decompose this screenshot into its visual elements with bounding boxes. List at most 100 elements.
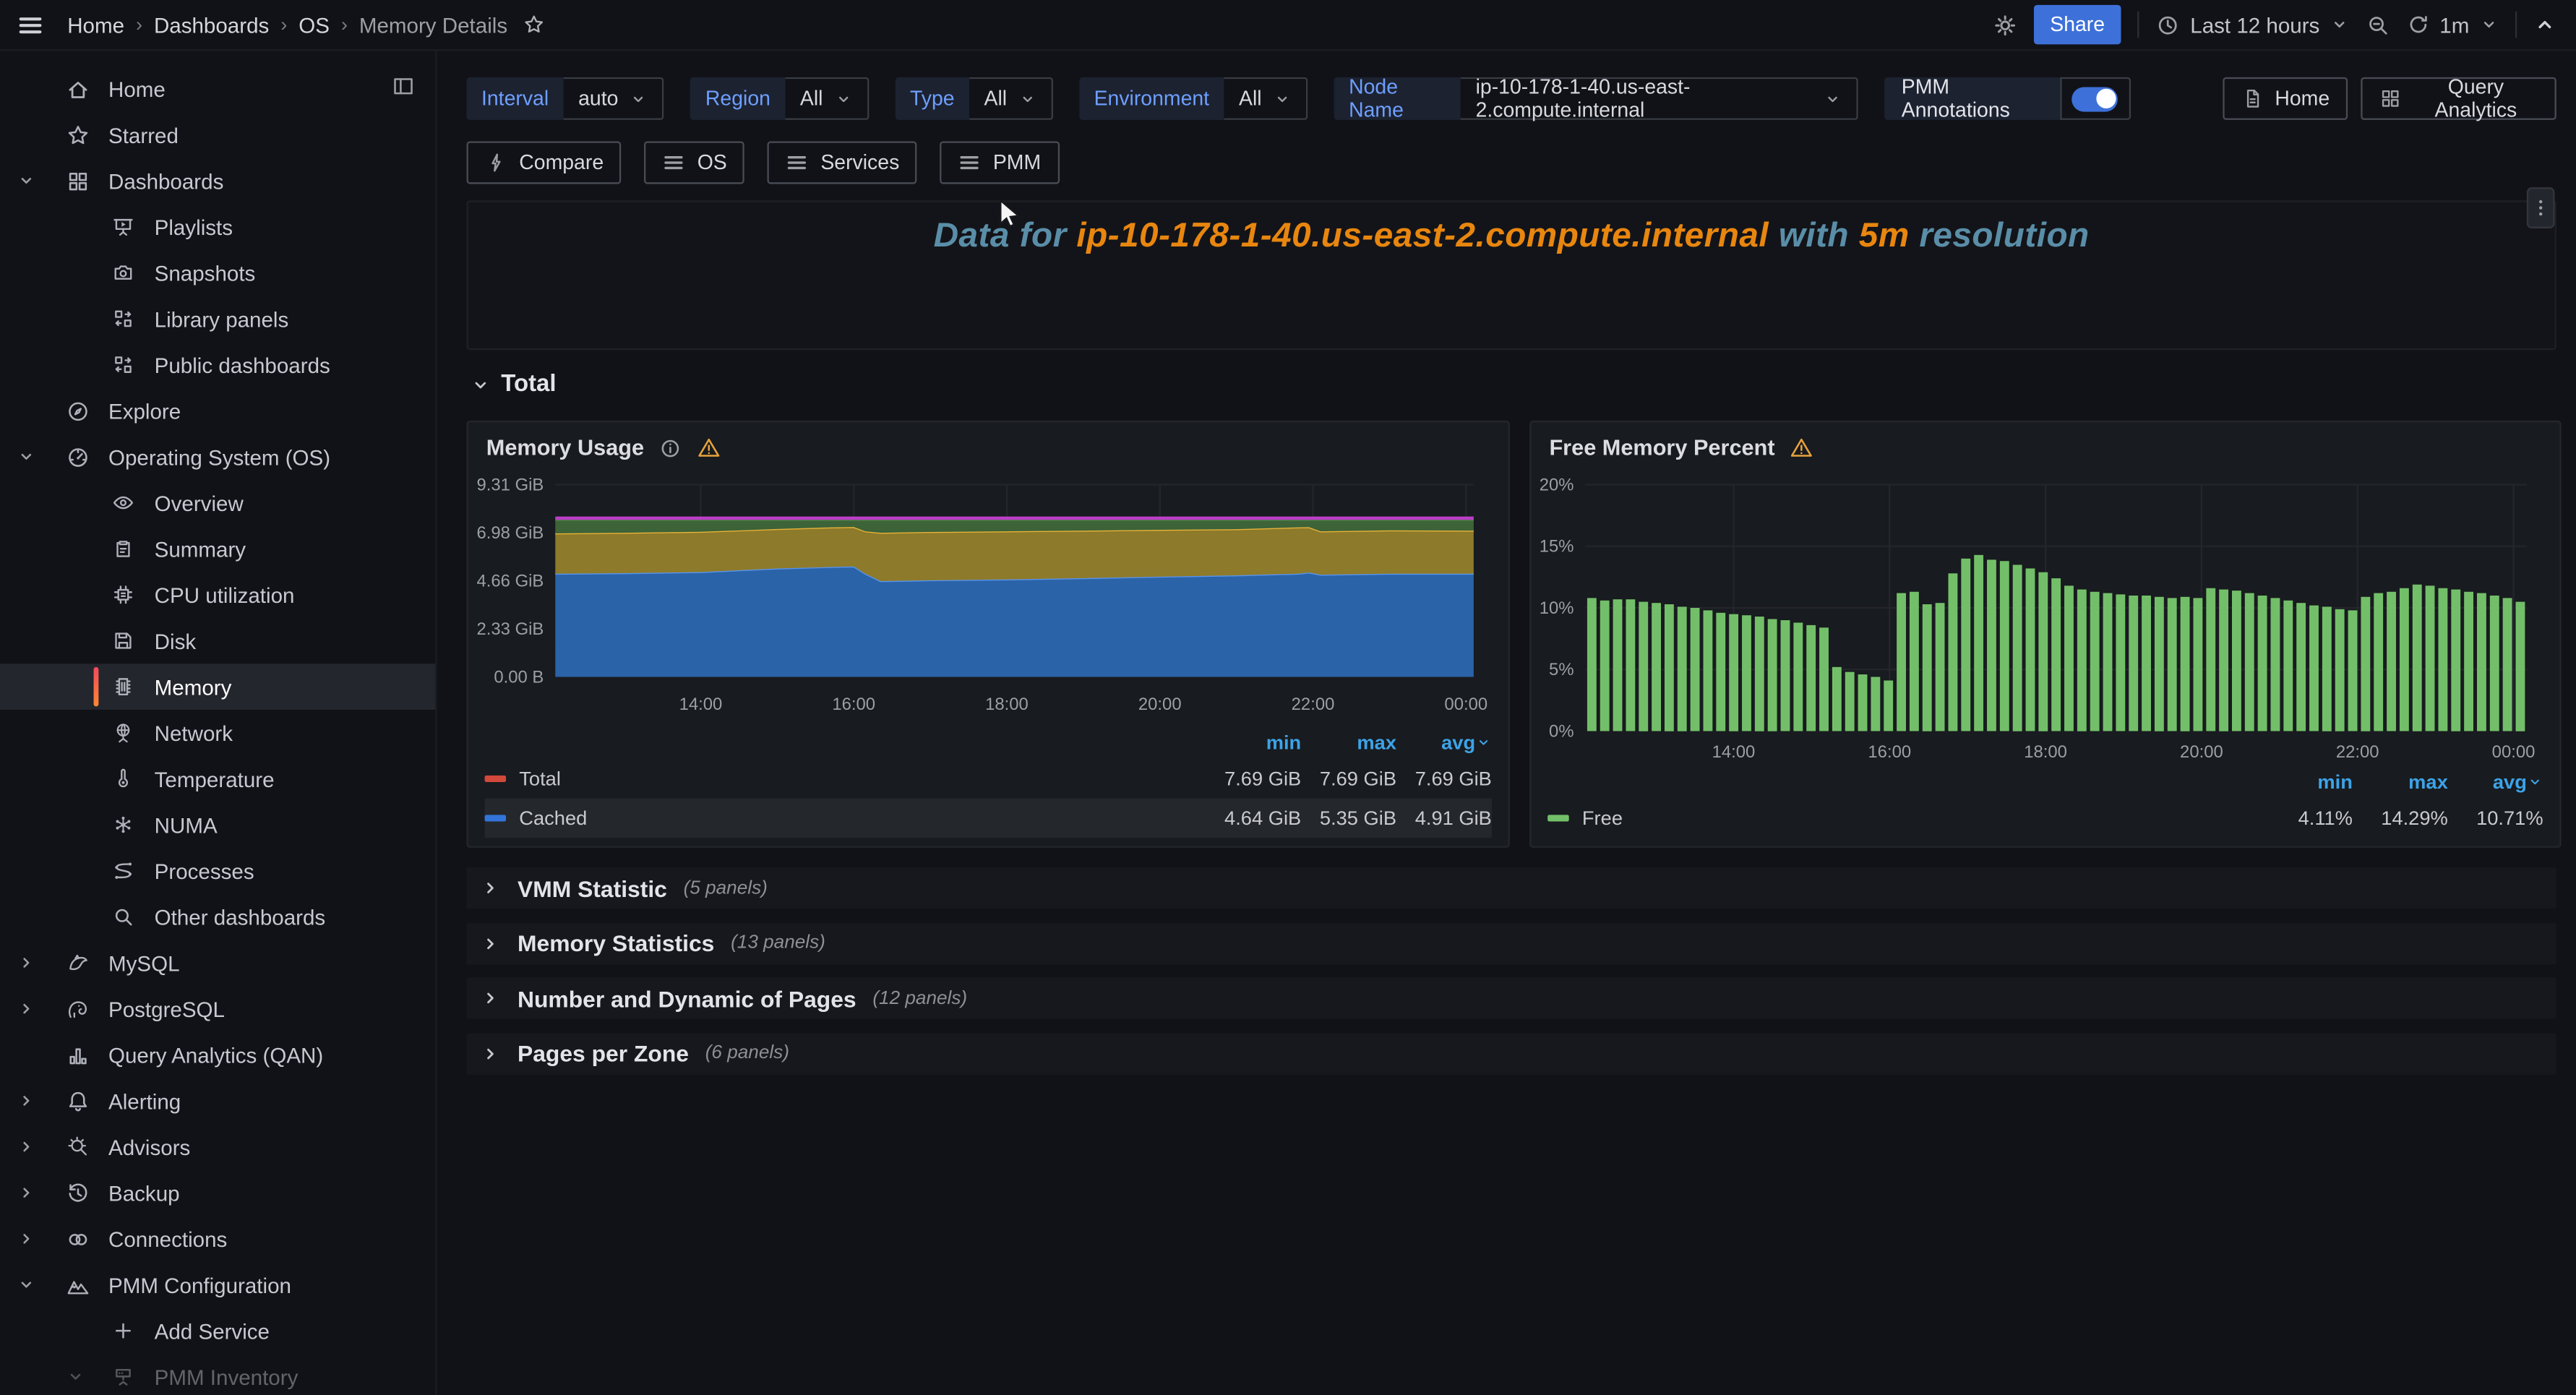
sidebar-item-overview[interactable]: Overview (0, 480, 435, 526)
share-button[interactable]: Share (2034, 5, 2121, 45)
legend-min-value: 7.69 GiB (1206, 767, 1301, 790)
variable-value-dropdown[interactable]: All (1224, 77, 1308, 120)
pmm-annotations-toggle[interactable] (2060, 77, 2130, 120)
apps-icon (66, 168, 90, 193)
sidebar-item-cpu-utilization[interactable]: CPU utilization (0, 572, 435, 618)
sidebar-item-label: Network (155, 721, 233, 745)
chevron-down-icon[interactable] (66, 1367, 85, 1386)
link-services-button[interactable]: Services (768, 141, 918, 184)
zoom-out-icon[interactable] (2366, 12, 2390, 37)
warning-icon[interactable] (1790, 435, 1814, 460)
memory-usage-chart[interactable]: 0.00 B2.33 GiB4.66 GiB6.98 GiB9.31 GiB14… (468, 468, 1495, 721)
legend-header-max[interactable]: max (1301, 731, 1396, 754)
sidebar-item-pmm-configuration[interactable]: PMM Configuration (0, 1262, 435, 1308)
legend-header-min[interactable]: min (2257, 771, 2353, 794)
sidebar-item-operating-system-os[interactable]: Operating System (OS) (0, 434, 435, 480)
chevron-right-icon[interactable] (17, 1137, 36, 1156)
hamburger-menu-icon[interactable] (17, 11, 45, 39)
chevron-right-icon[interactable] (17, 1183, 36, 1203)
search-icon (112, 905, 135, 928)
section-row-number-and-dynamic-of-pages[interactable]: Number and Dynamic of Pages (12 panels) (467, 977, 2556, 1018)
warning-icon[interactable] (697, 435, 721, 460)
favorite-star-icon[interactable] (523, 13, 546, 36)
time-range-picker[interactable]: Last 12 hours (2156, 12, 2350, 37)
sidebar-item-network[interactable]: Network (0, 710, 435, 756)
sidebar-item-other-dashboards[interactable]: Other dashboards (0, 894, 435, 940)
sidebar-item-backup[interactable]: Backup (0, 1169, 435, 1216)
panel-title[interactable]: Free Memory Percent (1549, 435, 1774, 460)
section-row-vmm-statistic[interactable]: VMM Statistic (5 panels) (467, 867, 2556, 909)
sidebar-item-mysql[interactable]: MySQL (0, 940, 435, 986)
menu-icon (958, 151, 982, 174)
svg-text:20:00: 20:00 (2180, 742, 2223, 762)
star-icon (66, 122, 90, 147)
breadcrumb-item[interactable]: OS (299, 12, 330, 37)
dashboard-settings-gear-icon[interactable] (1993, 12, 2017, 37)
link-pmm-button[interactable]: PMM (940, 141, 1059, 184)
chevron-right-icon[interactable] (17, 1091, 36, 1110)
sidebar-item-alerting[interactable]: Alerting (0, 1078, 435, 1124)
sidebar-item-label: Operating System (OS) (108, 445, 330, 469)
link-os-button[interactable]: OS (645, 141, 745, 184)
panel-menu-kebab[interactable] (2527, 187, 2555, 228)
sidebar-item-processes[interactable]: Processes (0, 848, 435, 894)
chevron-down-icon[interactable] (17, 171, 36, 190)
variable-label: Environment (1079, 77, 1224, 120)
sidebar-item-add-service[interactable]: Add Service (0, 1308, 435, 1354)
sidebar-item-playlists[interactable]: Playlists (0, 204, 435, 250)
chevron-right-icon[interactable] (17, 1229, 36, 1248)
legend-series-total[interactable]: Total (485, 767, 1206, 790)
section-row-pages-per-zone[interactable]: Pages per Zone (6 panels) (467, 1033, 2556, 1074)
collapse-topbar-caret-icon[interactable] (2533, 13, 2556, 36)
sidebar-item-disk[interactable]: Disk (0, 618, 435, 664)
legend-series-free[interactable]: Free (1547, 807, 2257, 830)
breadcrumb-item[interactable]: Dashboards (154, 12, 269, 37)
clipboard-icon (112, 537, 135, 560)
legend-header-max[interactable]: max (2353, 771, 2448, 794)
sidebar-item-dashboards[interactable]: Dashboards (0, 158, 435, 204)
legend-header-avg[interactable]: avg (1396, 731, 1492, 754)
legend-avg-value: 4.91 GiB (1396, 807, 1492, 830)
variable-value-dropdown[interactable]: auto (564, 77, 664, 120)
chevron-down-icon[interactable] (17, 1275, 36, 1295)
legend-header-avg[interactable]: avg (2448, 771, 2543, 794)
legend-header-min[interactable]: min (1206, 731, 1301, 754)
section-title: VMM Statistic (518, 875, 667, 901)
chevron-right-icon[interactable] (17, 953, 36, 972)
sidebar-item-public-dashboards[interactable]: Public dashboards (0, 342, 435, 388)
sidebar-item-pmm-inventory[interactable]: PMM Inventory (0, 1354, 435, 1395)
variable-value-dropdown[interactable]: All (785, 77, 869, 120)
legend-min-value: 4.11% (2257, 807, 2353, 830)
free-memory-percent-chart[interactable]: 0%5%10%15%20%14:0016:0018:0020:0022:0000… (1531, 468, 2546, 768)
sidebar-item-library-panels[interactable]: Library panels (0, 296, 435, 342)
chevron-right-icon[interactable] (17, 999, 36, 1018)
refresh-picker[interactable]: 1m (2407, 12, 2499, 37)
legend-series-cached[interactable]: Cached (485, 807, 1206, 830)
link-compare-button[interactable]: Compare (467, 141, 622, 184)
sidebar-item-snapshots[interactable]: Snapshots (0, 249, 435, 296)
sidebar-item-memory[interactable]: Memory (0, 664, 435, 710)
breadcrumb-item[interactable]: Memory Details (359, 12, 507, 37)
sidebar-item-connections[interactable]: Connections (0, 1216, 435, 1262)
breadcrumb-item[interactable]: Home (67, 12, 124, 37)
sidebar-item-temperature[interactable]: Temperature (0, 756, 435, 802)
variable-value-dropdown[interactable]: ip-10-178-1-40.us-east-2.compute.interna… (1461, 77, 1859, 120)
chevron-down-icon[interactable] (17, 447, 36, 466)
sidebar-item-postgresql[interactable]: PostgreSQL (0, 986, 435, 1032)
sidebar-item-advisors[interactable]: Advisors (0, 1124, 435, 1170)
sidebar-item-explore[interactable]: Explore (0, 387, 435, 434)
sidebar-item-query-analytics-qan[interactable]: Query Analytics (QAN) (0, 1031, 435, 1078)
sidebar-item-starred[interactable]: Starred (0, 112, 435, 158)
chevron-down-icon (630, 90, 648, 108)
section-row-memory-statistics[interactable]: Memory Statistics (13 panels) (467, 922, 2556, 963)
sidebar-item-numa[interactable]: NUMA (0, 802, 435, 848)
section-row-total[interactable]: Total (470, 372, 556, 398)
info-icon[interactable] (659, 436, 682, 459)
panel-title[interactable]: Memory Usage (486, 435, 644, 460)
home-button[interactable]: Home (2223, 77, 2348, 120)
sidebar-item-home[interactable]: Home (0, 66, 435, 112)
query-analytics-button[interactable]: Query Analytics (2361, 77, 2556, 120)
sidebar-item-summary[interactable]: Summary (0, 525, 435, 572)
variable-environment: Environment All (1079, 77, 1308, 120)
variable-value-dropdown[interactable]: All (969, 77, 1053, 120)
